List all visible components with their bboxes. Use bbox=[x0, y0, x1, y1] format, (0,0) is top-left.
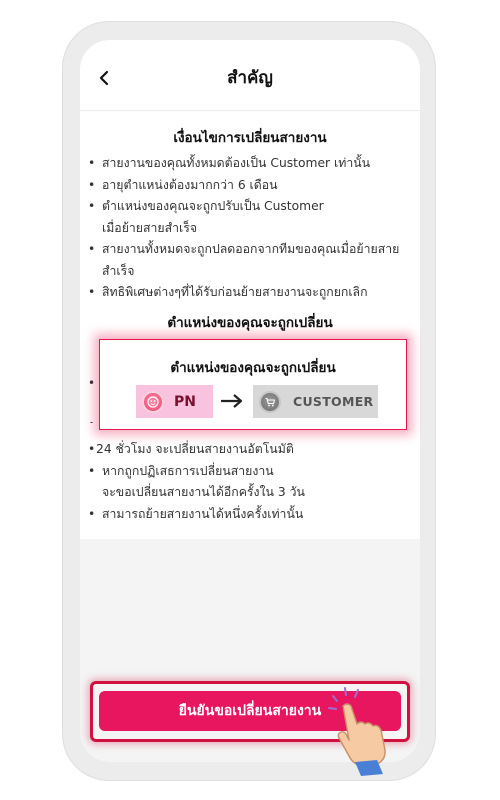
conditions-list: สายงานของคุณทั้งหมดต้องเป็น Customer เท่… bbox=[88, 153, 408, 304]
condition-item: สายงานของคุณทั้งหมดต้องเป็น Customer เท่… bbox=[88, 153, 408, 175]
customer-badge: CUSTOMER bbox=[253, 385, 378, 418]
condition-item: 24 ชั่วโมง จะเปลี่ยนสายงานอัตโนมัติ bbox=[88, 439, 418, 461]
customer-label: CUSTOMER bbox=[293, 394, 374, 409]
app-header: สำคัญ bbox=[80, 40, 420, 111]
pn-medal-icon bbox=[142, 390, 164, 413]
condition-item: หากถูกปฏิเสธการเปลี่ยนสายงาน จะขอเปลี่ยน… bbox=[88, 461, 418, 504]
page-title: สำคัญ bbox=[227, 68, 273, 88]
condition-item: สามารถย้ายสายงานได้หนึ่งครั้งเท่านั้น bbox=[88, 504, 418, 526]
bullet-dot: • bbox=[88, 376, 96, 390]
conditions-title: เงื่อนไขการเปลี่ยนสายงาน bbox=[173, 130, 327, 146]
condition-item: อายุตำแหน่งต้องมากกว่า 6 เดือน bbox=[88, 175, 408, 197]
pn-label: PN bbox=[174, 393, 196, 410]
cart-medal-icon bbox=[259, 390, 281, 413]
extra-conditions-list: 24 ชั่วโมง จะเปลี่ยนสายงานอัตโนมัติ หากถ… bbox=[88, 439, 418, 525]
tapping-hand-icon bbox=[328, 687, 386, 776]
arrow-right-icon bbox=[218, 389, 246, 413]
condition-item: สิทธิพิเศษต่างๆที่ได้รับก่อนย้ายสายงานจะ… bbox=[88, 282, 408, 304]
condition-item: ตำแหน่งของคุณจะถูกปรับเป็น Customer เมื่… bbox=[88, 196, 408, 239]
popup-title: ตำแหน่งของคุณจะถูกเปลี่ยน bbox=[170, 360, 336, 376]
condition-item: สายงานทั้งหมดจะถูกปลดออกจากทีมของคุณเมื่… bbox=[88, 239, 408, 282]
pn-badge: PN bbox=[136, 385, 213, 418]
position-section-title: ตำแหน่งของคุณจะถูกเปลี่ยน bbox=[167, 315, 333, 331]
position-change-card: ตำแหน่งของคุณจะถูกเปลี่ยน PN CUSTOMER bbox=[99, 339, 407, 430]
